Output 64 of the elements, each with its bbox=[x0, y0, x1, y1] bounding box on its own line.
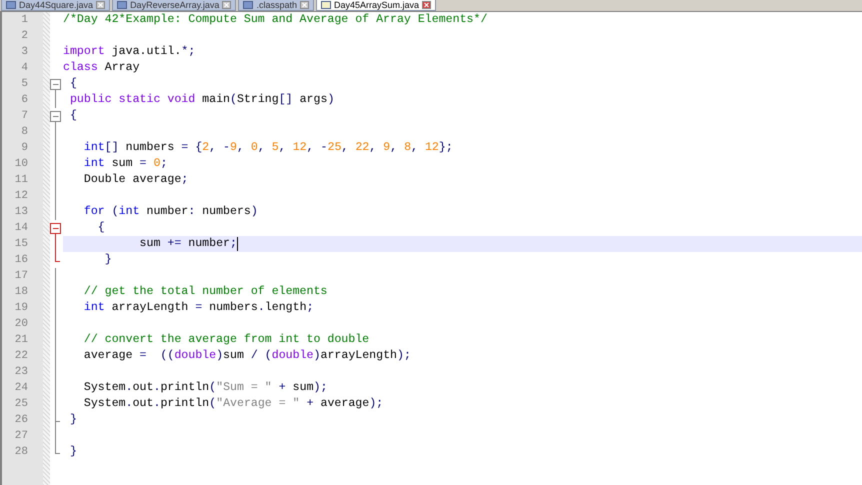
line-number: 17 bbox=[14, 269, 28, 284]
code-line: // convert the average from int to double bbox=[82, 332, 370, 348]
line-number: 8 bbox=[20, 125, 28, 140]
line-number: 2 bbox=[20, 29, 28, 44]
code-line: { bbox=[68, 76, 77, 92]
code-line: } bbox=[68, 412, 77, 428]
fold-toggle-icon[interactable] bbox=[50, 108, 61, 124]
file-tab[interactable]: .classpath bbox=[238, 0, 314, 11]
code-line: average = ((double)sum / (double)arrayLength); bbox=[82, 348, 411, 364]
line-number: 1 bbox=[20, 13, 28, 28]
line-number: 4 bbox=[20, 61, 28, 76]
code-line: import java.util.*; bbox=[63, 44, 196, 60]
line-number: 22 bbox=[14, 349, 28, 364]
code-line: System.out.println("Sum = " + sum); bbox=[82, 380, 328, 396]
file-icon bbox=[243, 1, 254, 9]
line-number: 12 bbox=[14, 189, 28, 204]
close-icon[interactable] bbox=[300, 1, 309, 9]
line-number: 23 bbox=[14, 365, 28, 380]
code-line: int[] numbers = {2, -9, 0, 5, 12, -25, 22, 9, 8, 12}; bbox=[82, 140, 453, 156]
line-number: 3 bbox=[20, 45, 28, 60]
line-number: 14 bbox=[14, 221, 28, 236]
close-icon[interactable] bbox=[422, 1, 432, 9]
line-number: 7 bbox=[20, 109, 28, 124]
code-line: // get the total number of elements bbox=[82, 284, 328, 300]
code-line: System.out.println("Average = " + average); bbox=[82, 396, 384, 412]
line-number: 13 bbox=[14, 205, 28, 220]
code-line: Double average; bbox=[82, 172, 188, 188]
line-number: 11 bbox=[14, 173, 28, 188]
line-number: 28 bbox=[14, 445, 28, 460]
code-line: int sum = 0; bbox=[82, 156, 168, 172]
file-icon bbox=[320, 1, 331, 9]
line-number: 20 bbox=[14, 317, 28, 332]
code-line: int arrayLength = numbers.length; bbox=[82, 300, 314, 316]
code-line: { bbox=[68, 108, 77, 124]
line-number: 18 bbox=[14, 285, 28, 300]
code-line: for (int number: numbers) bbox=[82, 204, 258, 220]
text-cursor bbox=[236, 237, 238, 251]
code-line: public static void main(String[] args) bbox=[68, 92, 334, 108]
code-line: } bbox=[68, 444, 77, 460]
line-number: 15 bbox=[14, 237, 28, 252]
close-icon[interactable] bbox=[96, 1, 106, 9]
fold-toggle-icon[interactable] bbox=[50, 76, 61, 92]
line-number: 10 bbox=[14, 157, 28, 172]
line-number: 25 bbox=[14, 397, 28, 412]
code-line: { bbox=[96, 220, 105, 236]
line-number: 9 bbox=[20, 141, 28, 156]
line-number: 21 bbox=[14, 333, 28, 348]
code-line: } bbox=[104, 252, 112, 268]
file-tab[interactable]: Day45ArraySum.java bbox=[316, 0, 436, 11]
line-number: 19 bbox=[14, 301, 28, 316]
file-icon bbox=[117, 1, 128, 9]
file-tab[interactable]: DayReverseArray.java bbox=[112, 0, 236, 11]
code-line: /*Day 42*Example: Compute Sum and Average of Array Elements*/ bbox=[63, 12, 488, 28]
line-number: 26 bbox=[14, 413, 28, 428]
line-number: 24 bbox=[14, 381, 28, 396]
line-number: 6 bbox=[20, 93, 28, 108]
file-icon bbox=[6, 1, 16, 9]
file-tab[interactable]: Day44Square.java bbox=[1, 0, 110, 11]
close-icon[interactable] bbox=[222, 1, 232, 9]
line-number: 5 bbox=[20, 77, 28, 92]
line-number: 16 bbox=[14, 253, 28, 268]
fold-toggle-icon[interactable] bbox=[50, 220, 61, 236]
line-number: 27 bbox=[14, 429, 28, 444]
code-line: class Array bbox=[63, 60, 140, 76]
